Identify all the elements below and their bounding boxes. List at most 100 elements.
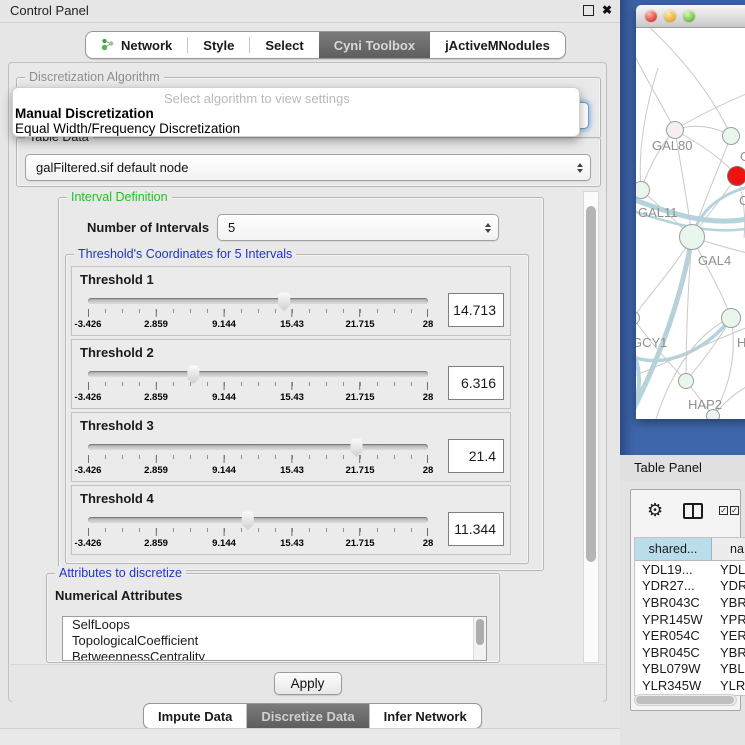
node-clipped-right-mid[interactable] <box>721 308 741 328</box>
slider-thumb-icon[interactable] <box>186 364 201 384</box>
slider-thumb-icon[interactable] <box>240 510 255 530</box>
number-of-intervals-combobox[interactable]: 5 <box>217 214 499 241</box>
scrollbar-thumb[interactable] <box>636 696 734 704</box>
tab-network[interactable]: Network <box>86 32 187 58</box>
list-item[interactable]: SelfLoops <box>63 617 486 633</box>
dropdown-option-manual-discretization[interactable]: Manual Discretization <box>15 106 154 121</box>
dropdown-placeholder: Select algorithm to view settings <box>164 91 350 106</box>
list-item[interactable]: BetweennessCentrality <box>63 649 486 661</box>
minimize-traffic-light-icon[interactable] <box>664 10 676 22</box>
slider-track[interactable] <box>88 517 428 523</box>
group-title: Threshold's Coordinates for 5 Intervals <box>74 247 296 261</box>
slider-track[interactable] <box>88 371 428 377</box>
slider-track[interactable] <box>88 444 428 450</box>
scrollbar-thumb[interactable] <box>476 619 484 645</box>
combobox-value: galFiltered.sif default node <box>26 160 188 175</box>
node-hap2[interactable] <box>678 373 694 389</box>
tab-discretize-data[interactable]: Discretize Data <box>247 704 368 728</box>
apply-button[interactable]: Apply <box>274 672 342 695</box>
table-row[interactable]: YDL19... YDL1 <box>635 561 745 578</box>
column-header-name[interactable]: na <box>712 538 745 560</box>
tick-label: 28 <box>423 392 434 403</box>
tick-label: 9.144 <box>212 465 236 476</box>
close-traffic-light-icon[interactable] <box>645 10 657 22</box>
slider-ticks <box>88 309 428 317</box>
tab-jactivemnodules[interactable]: jActiveMNodules <box>430 32 565 58</box>
threshold-value-input[interactable]: 14.713 <box>448 293 504 327</box>
scrollbar-thumb[interactable] <box>586 206 596 562</box>
section-scrollbar[interactable] <box>583 191 599 663</box>
tick-label: 15.43 <box>280 319 304 330</box>
control-panel-titlebar: Control Panel ✖ <box>0 0 620 23</box>
slider-thumb-icon[interactable] <box>349 437 364 457</box>
cell-name: YPR1 <box>712 612 745 627</box>
list-scrollbar[interactable] <box>473 617 486 660</box>
zoom-traffic-light-icon[interactable] <box>683 10 695 22</box>
table-horizontal-scrollbar[interactable] <box>634 694 737 706</box>
threshold-panel: Threshold 4 -3.426 <box>71 485 511 555</box>
threshold-slider[interactable]: -3.426 2.859 9.144 15.43 21.715 28 <box>82 289 434 335</box>
tick-label: 21.715 <box>345 319 374 330</box>
cell-shared-name: YDR27... <box>635 578 712 593</box>
checkbox-icon: ✓ <box>730 506 739 515</box>
tab-select[interactable]: Select <box>250 32 318 58</box>
column-header-shared-name[interactable]: shared... <box>635 538 712 560</box>
tab-infer-network[interactable]: Infer Network <box>370 704 481 728</box>
threshold-value-input[interactable]: 6.316 <box>448 366 504 400</box>
tab-impute-data[interactable]: Impute Data <box>144 704 246 728</box>
combo-arrows-icon <box>577 163 583 173</box>
node-selected-red[interactable] <box>727 166 745 186</box>
table-row[interactable]: YBR045C YBR0 <box>635 644 745 661</box>
tick-label: 21.715 <box>345 392 374 403</box>
table-row[interactable]: YBL079W YBL0 <box>635 661 745 678</box>
table-row[interactable]: YDR27... YDR2 <box>635 578 745 595</box>
threshold-value-input[interactable]: 11.344 <box>448 512 504 546</box>
threshold-slider[interactable]: -3.426 2.859 9.144 15.43 21.715 28 <box>82 435 434 481</box>
cell-shared-name: YDL19... <box>635 562 712 577</box>
network-view-window: GAL80 GA C GAL11 GAL4 GCY1 H HAP2 <box>636 5 745 419</box>
table-panel-region: ⚙ ✓ ✓ shared... na YDL19... YDL1 <box>620 481 745 745</box>
network-window-titlebar[interactable] <box>636 5 745 28</box>
tab-cyni-toolbox[interactable]: Cyni Toolbox <box>319 32 430 58</box>
cell-name: YDR2 <box>712 578 745 593</box>
threshold-slider[interactable]: -3.426 2.859 9.144 15.43 21.715 28 <box>82 508 434 554</box>
node-gal80[interactable] <box>666 121 684 139</box>
cell-name: YER0 <box>712 628 745 643</box>
float-window-icon[interactable] <box>583 5 594 16</box>
tab-style[interactable]: Style <box>188 32 249 58</box>
table-row[interactable]: YER054C YER0 <box>635 627 745 644</box>
slider-thumb-icon[interactable] <box>277 291 292 311</box>
table-data-combobox[interactable]: galFiltered.sif default node <box>25 154 591 181</box>
table-row[interactable]: YLR345W YLR3 <box>635 677 745 694</box>
list-item[interactable]: TopologicalCoefficient <box>63 633 486 649</box>
tick-label: 28 <box>423 538 434 549</box>
split-view-icon[interactable] <box>683 503 703 519</box>
tab-label: Select <box>265 38 303 53</box>
table-row[interactable]: YBR043C YBR0 <box>635 594 745 611</box>
slider-ticks <box>88 455 428 463</box>
tick-label: 9.144 <box>212 392 236 403</box>
cell-shared-name: YBR043C <box>635 595 712 610</box>
threshold-label: Threshold 1 <box>80 272 154 287</box>
tick-label: 28 <box>423 465 434 476</box>
threshold-value-input[interactable]: 21.4 <box>448 439 504 473</box>
dropdown-option-equal-width-frequency[interactable]: Equal Width/Frequency Discretization <box>15 121 240 136</box>
close-window-icon[interactable]: ✖ <box>602 4 612 16</box>
node-label-gcy1: GCY1 <box>636 335 667 350</box>
apply-bar: Apply <box>10 664 605 702</box>
network-canvas[interactable]: GAL80 GA C GAL11 GAL4 GCY1 H HAP2 <box>636 28 745 419</box>
table-row[interactable]: YPR145W YPR1 <box>635 611 745 628</box>
threshold-slider[interactable]: -3.426 2.859 9.144 15.43 21.715 28 <box>82 362 434 408</box>
threshold-label: Threshold 3 <box>80 418 154 433</box>
node-clipped-right-top[interactable] <box>722 127 740 145</box>
node-gal4[interactable] <box>679 224 705 250</box>
node-label-clipped-ga: GA <box>740 149 745 164</box>
gear-icon[interactable]: ⚙ <box>647 498 663 522</box>
numerical-attributes-list[interactable]: SelfLoopsTopologicalCoefficientBetweenne… <box>62 616 487 661</box>
slider-tick-labels: -3.426 2.859 9.144 15.43 21.715 28 <box>88 319 428 331</box>
screenshot-root: Control Panel ✖ Network Style Select <box>0 0 745 745</box>
slider-track[interactable] <box>88 298 428 304</box>
select-columns-icon[interactable]: ✓ ✓ <box>719 506 739 515</box>
cyni-toolbox-panel: Discretization Algorithm Table Data galF… <box>8 62 607 702</box>
slider-tick-labels: -3.426 2.859 9.144 15.43 21.715 28 <box>88 538 428 550</box>
